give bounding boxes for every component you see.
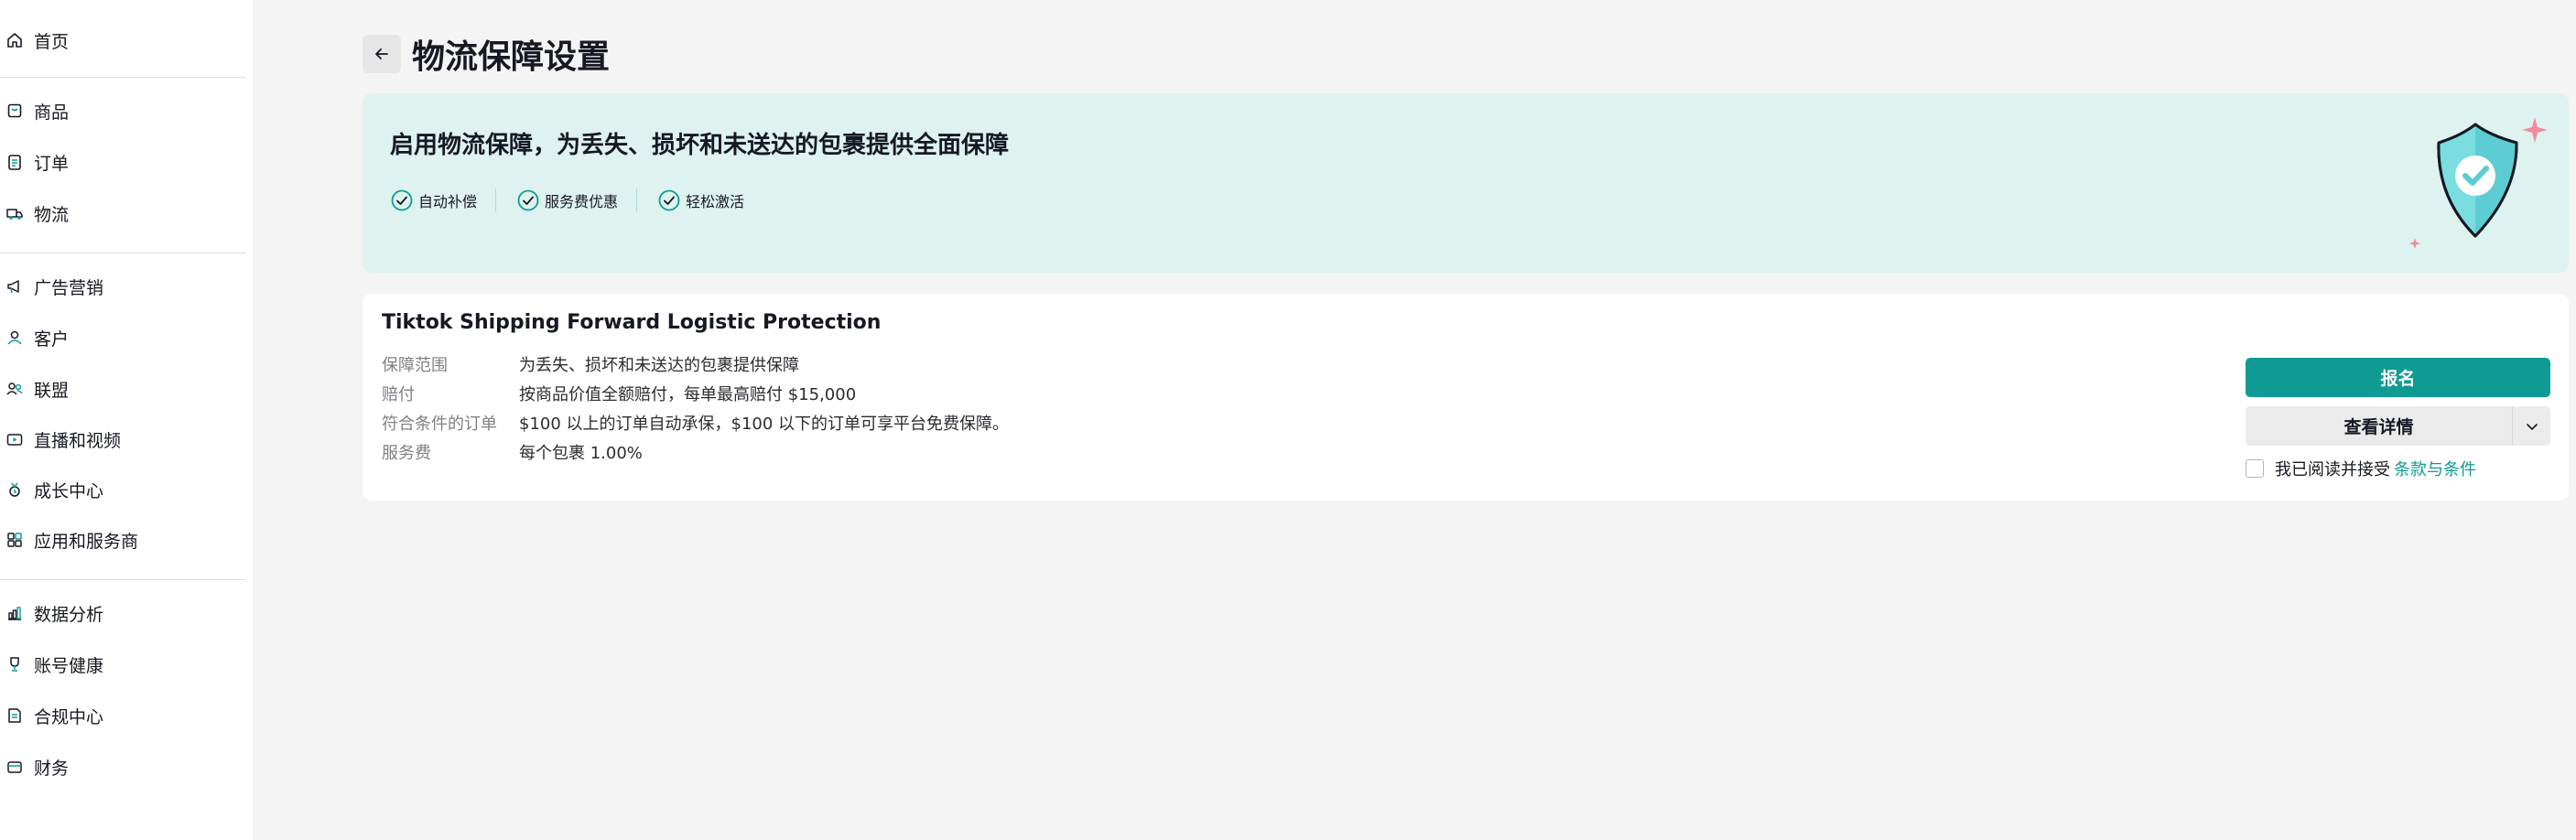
protection-card: Tiktok Shipping Forward Logistic Protect… [363, 294, 2569, 501]
document-icon [5, 705, 25, 726]
sidebar-item-label: 联盟 [34, 380, 70, 401]
feature-item: 服务费优惠 [495, 188, 636, 212]
terms-agreement: 我已阅读并接受 条款与条件 [2246, 457, 2476, 480]
terms-link[interactable]: 条款与条件 [2394, 457, 2476, 480]
sidebar-item-label: 直播和视频 [34, 430, 122, 451]
sidebar-item-label: 合规中心 [34, 706, 104, 727]
sidebar-divider [0, 77, 245, 78]
wallet-icon [5, 757, 25, 777]
sidebar: 首页 商品 订单 物流 广告营销 客户 联盟 直播和视频 成长中心 应用和服务商… [0, 0, 253, 840]
feature-label: 服务费优惠 [545, 193, 619, 210]
protection-banner: 启用物流保障，为丢失、损坏和未送达的包裹提供全面保障 自动补偿 服务费优惠 轻松… [363, 93, 2569, 273]
sidebar-item-label: 财务 [34, 758, 70, 779]
info-row: 赔付 按商品价值全额赔付，每单最高赔付 $15,000 [382, 382, 856, 405]
affiliate-icon [5, 379, 25, 399]
page-title: 物流保障设置 [412, 38, 611, 76]
chart-icon [5, 603, 25, 623]
main-content: 物流保障设置 启用物流保障，为丢失、损坏和未送达的包裹提供全面保障 自动补偿 服… [253, 0, 2576, 840]
back-button[interactable] [363, 35, 401, 73]
info-label: 服务费 [382, 444, 431, 463]
sidebar-item-compliance[interactable]: 合规中心 [0, 697, 245, 734]
view-details-split-button: 查看详情 [2246, 406, 2550, 446]
trophy-icon [5, 654, 25, 674]
sidebar-item-apps[interactable]: 应用和服务商 [0, 522, 245, 558]
info-row: 保障范围 为丢失、损坏和未送达的包裹提供保障 [382, 352, 799, 376]
sidebar-item-label: 客户 [34, 328, 70, 350]
info-row: 符合条件的订单 $100 以上的订单自动承保，$100 以下的订单可享平台免费保… [382, 411, 1009, 435]
card-title: Tiktok Shipping Forward Logistic Protect… [382, 311, 882, 334]
sidebar-item-live-video[interactable]: 直播和视频 [0, 421, 245, 458]
info-label: 保障范围 [382, 356, 448, 375]
feature-label: 轻松激活 [686, 193, 745, 210]
sidebar-item-affiliate[interactable]: 联盟 [0, 371, 245, 407]
terms-text: 我已阅读并接受 [2275, 460, 2390, 479]
feature-item: 轻松激活 [636, 188, 763, 212]
sidebar-item-label: 物流 [34, 204, 70, 225]
terms-checkbox[interactable] [2246, 459, 2264, 478]
video-icon [5, 429, 25, 449]
info-label: 赔付 [382, 385, 415, 404]
sidebar-item-label: 应用和服务商 [34, 531, 139, 552]
sidebar-item-label: 数据分析 [34, 604, 104, 625]
info-value: 为丢失、损坏和未送达的包裹提供保障 [519, 356, 799, 375]
info-label: 符合条件的订单 [382, 415, 497, 434]
info-value: 每个包裹 1.00% [519, 444, 643, 463]
sidebar-item-label: 成长中心 [34, 480, 104, 501]
details-dropdown-button[interactable] [2512, 406, 2550, 446]
check-circle-icon [517, 189, 539, 211]
feature-list: 自动补偿 服务费优惠 轻松激活 [390, 188, 763, 212]
sidebar-item-analytics[interactable]: 数据分析 [0, 595, 245, 631]
medal-icon [5, 479, 25, 500]
sidebar-item-label: 订单 [34, 153, 70, 174]
sidebar-item-account-health[interactable]: 账号健康 [0, 646, 245, 683]
apps-icon [5, 530, 25, 550]
arrow-left-icon [375, 48, 388, 59]
feature-item: 自动补偿 [390, 188, 495, 212]
shield-illustration [2409, 117, 2548, 249]
check-circle-icon [658, 189, 680, 211]
sidebar-item-label: 广告营销 [34, 277, 104, 298]
page-header: 物流保障设置 [363, 30, 610, 78]
sidebar-item-home[interactable]: 首页 [0, 22, 245, 59]
enroll-button[interactable]: 报名 [2246, 358, 2550, 397]
sidebar-item-products[interactable]: 商品 [0, 92, 245, 129]
sidebar-item-orders[interactable]: 订单 [0, 144, 245, 180]
sidebar-item-marketing[interactable]: 广告营销 [0, 268, 245, 305]
sidebar-item-label: 首页 [34, 31, 70, 52]
banner-title: 启用物流保障，为丢失、损坏和未送达的包裹提供全面保障 [390, 132, 1010, 159]
sidebar-item-logistics[interactable]: 物流 [0, 195, 245, 232]
view-details-button[interactable]: 查看详情 [2246, 406, 2512, 446]
sidebar-item-growth[interactable]: 成长中心 [0, 471, 245, 508]
feature-label: 自动补偿 [418, 193, 478, 210]
sidebar-item-finance[interactable]: 财务 [0, 748, 245, 785]
megaphone-icon [5, 276, 25, 296]
sidebar-item-customers[interactable]: 客户 [0, 319, 245, 356]
info-row: 服务费 每个包裹 1.00% [382, 440, 643, 464]
info-value: $100 以上的订单自动承保，$100 以下的订单可享平台免费保障。 [519, 415, 1010, 434]
info-value: 按商品价值全额赔付，每单最高赔付 $15,000 [519, 385, 857, 404]
truck-icon [5, 203, 25, 223]
home-icon [5, 30, 25, 50]
sidebar-item-label: 商品 [34, 102, 70, 123]
check-circle-icon [391, 189, 413, 211]
customer-icon [5, 328, 25, 348]
order-icon [5, 152, 25, 172]
product-icon [5, 101, 25, 121]
chevron-down-icon [2526, 423, 2538, 430]
sidebar-item-label: 账号健康 [34, 655, 104, 676]
sidebar-divider [0, 579, 245, 580]
